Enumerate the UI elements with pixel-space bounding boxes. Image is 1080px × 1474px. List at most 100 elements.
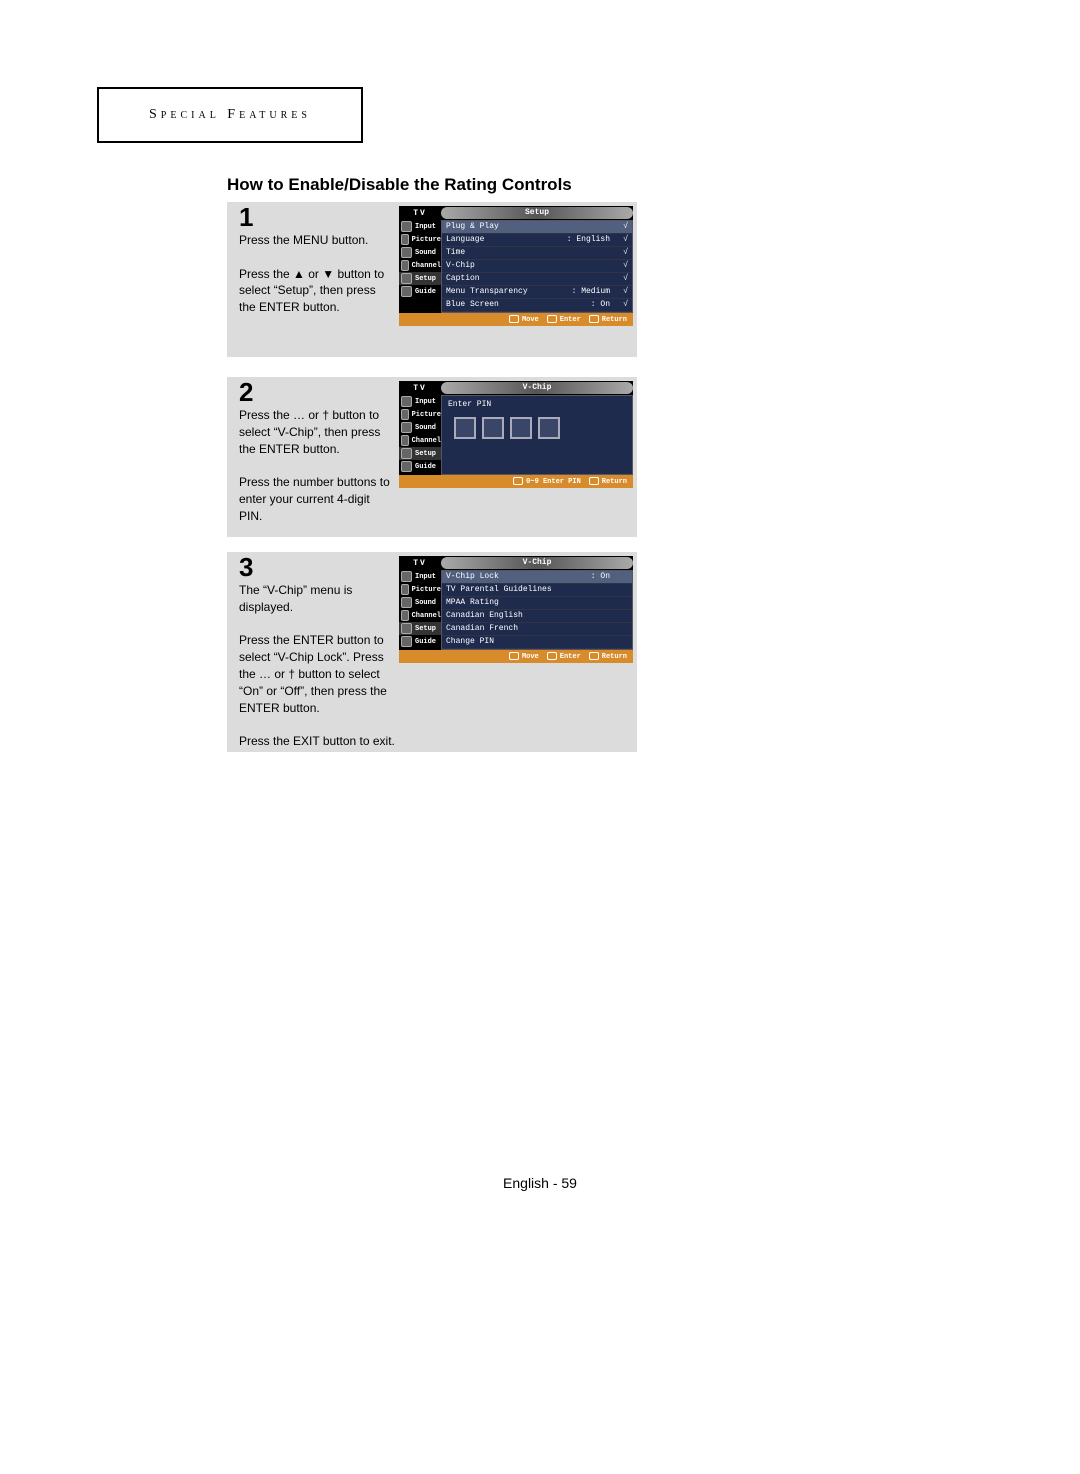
- guide-icon: [401, 286, 412, 297]
- osd-list: Plug & Play√ Language: English√ Time√ V-…: [441, 220, 633, 313]
- input-icon: [401, 396, 412, 407]
- pin-digit[interactable]: [538, 417, 560, 439]
- step-para: Press the number buttons to enter your c…: [239, 474, 394, 524]
- osd-tv-label: TV: [399, 559, 441, 568]
- osd-sidebar: Input Picture Sound Channel Setup Guide: [399, 220, 441, 313]
- page-heading: How to Enable/Disable the Rating Control…: [227, 175, 572, 195]
- sidebar-item[interactable]: Input: [399, 395, 441, 408]
- sidebar-item[interactable]: Channel: [399, 259, 441, 272]
- sidebar-item[interactable]: Setup: [399, 272, 441, 285]
- guide-icon: [401, 461, 412, 472]
- list-row[interactable]: Blue Screen: On√: [442, 299, 632, 312]
- osd-vchip-pin: TV V-Chip Input Picture Sound Channel Se…: [399, 381, 633, 488]
- page-number: English - 59: [0, 1175, 1080, 1191]
- input-icon: [401, 571, 412, 582]
- osd-footer: 0~9 Enter PIN Return: [399, 475, 633, 488]
- sidebar-item[interactable]: Guide: [399, 460, 441, 473]
- osd-vchip-menu: TV V-Chip Input Picture Sound Channel Se…: [399, 556, 633, 663]
- step-para: Press the ▲ or ▼ button to select “Setup…: [239, 266, 394, 316]
- step-para: Press the … or † button to select “V-Chi…: [239, 407, 394, 457]
- channel-icon: [401, 610, 409, 621]
- hint-enter: Enter: [547, 652, 581, 661]
- sidebar-item[interactable]: Guide: [399, 285, 441, 298]
- setup-icon: [401, 623, 412, 634]
- sidebar-item[interactable]: Guide: [399, 635, 441, 648]
- sidebar-item[interactable]: Channel: [399, 609, 441, 622]
- sidebar-item[interactable]: Channel: [399, 434, 441, 447]
- step-text: Press the … or † button to select “V-Chi…: [239, 407, 394, 525]
- osd-setup: TV Setup Input Picture Sound Channel Set…: [399, 206, 633, 326]
- enter-pin-label: Enter PIN: [442, 396, 632, 409]
- sidebar-item[interactable]: Input: [399, 570, 441, 583]
- step-para: Press the EXIT button to exit.: [239, 733, 399, 750]
- osd-sidebar: Input Picture Sound Channel Setup Guide: [399, 570, 441, 650]
- step-3: 3 The “V-Chip” menu is displayed. Press …: [227, 552, 637, 752]
- channel-icon: [401, 435, 409, 446]
- sidebar-item[interactable]: Sound: [399, 421, 441, 434]
- sidebar-item[interactable]: Picture: [399, 233, 441, 246]
- list-row[interactable]: Change PIN: [442, 636, 632, 649]
- sidebar-item[interactable]: Sound: [399, 246, 441, 259]
- section-title-box: Special Features: [97, 87, 363, 143]
- hint-return: Return: [589, 652, 627, 661]
- list-row[interactable]: Plug & Play√: [442, 221, 632, 234]
- osd-header: TV Setup: [399, 206, 633, 220]
- sidebar-item[interactable]: Input: [399, 220, 441, 233]
- step-text: The “V-Chip” menu is displayed. Press th…: [239, 582, 399, 750]
- channel-icon: [401, 260, 409, 271]
- list-row[interactable]: Canadian English: [442, 610, 632, 623]
- sidebar-item[interactable]: Setup: [399, 447, 441, 460]
- osd-tv-label: TV: [399, 209, 441, 218]
- hint-enter-pin: 0~9 Enter PIN: [513, 477, 581, 486]
- sound-icon: [401, 247, 412, 258]
- sidebar-item[interactable]: Setup: [399, 622, 441, 635]
- list-row[interactable]: V-Chip Lock: On: [442, 571, 632, 584]
- step-1: 1 Press the MENU button. Press the ▲ or …: [227, 202, 637, 357]
- hint-return: Return: [589, 477, 627, 486]
- sound-icon: [401, 422, 412, 433]
- osd-footer: Move Enter Return: [399, 313, 633, 326]
- step-2: 2 Press the … or † button to select “V-C…: [227, 377, 637, 537]
- step-number: 2: [239, 377, 253, 408]
- step-number: 1: [239, 202, 253, 233]
- list-row[interactable]: Caption√: [442, 273, 632, 286]
- setup-icon: [401, 448, 412, 459]
- pin-digit[interactable]: [510, 417, 532, 439]
- picture-icon: [401, 234, 409, 245]
- step-para: Press the ENTER button to select “V-Chip…: [239, 632, 399, 716]
- picture-icon: [401, 409, 409, 420]
- list-row[interactable]: MPAA Rating: [442, 597, 632, 610]
- sound-icon: [401, 597, 412, 608]
- step-text: Press the MENU button. Press the ▲ or ▼ …: [239, 232, 394, 316]
- list-row[interactable]: Time√: [442, 247, 632, 260]
- osd-footer: Move Enter Return: [399, 650, 633, 663]
- pin-digit[interactable]: [482, 417, 504, 439]
- list-row[interactable]: Canadian French: [442, 623, 632, 636]
- hint-move: Move: [509, 652, 539, 661]
- step-para: The “V-Chip” menu is displayed.: [239, 582, 399, 616]
- pin-digit[interactable]: [454, 417, 476, 439]
- hint-return: Return: [589, 315, 627, 324]
- list-row[interactable]: TV Parental Guidelines: [442, 584, 632, 597]
- guide-icon: [401, 636, 412, 647]
- osd-list: V-Chip Lock: On TV Parental Guidelines M…: [441, 570, 633, 650]
- sidebar-item[interactable]: Sound: [399, 596, 441, 609]
- pin-input-grid: [442, 409, 632, 439]
- hint-enter: Enter: [547, 315, 581, 324]
- input-icon: [401, 221, 412, 232]
- setup-icon: [401, 273, 412, 284]
- list-row[interactable]: Menu Transparency: Medium√: [442, 286, 632, 299]
- osd-pin-panel: Enter PIN: [441, 395, 633, 475]
- list-row[interactable]: V-Chip√: [442, 260, 632, 273]
- osd-title: Setup: [441, 207, 633, 219]
- osd-tv-label: TV: [399, 384, 441, 393]
- section-title: Special Features: [149, 107, 311, 123]
- osd-title: V-Chip: [441, 382, 633, 394]
- sidebar-item[interactable]: Picture: [399, 583, 441, 596]
- hint-move: Move: [509, 315, 539, 324]
- list-row[interactable]: Language: English√: [442, 234, 632, 247]
- osd-title: V-Chip: [441, 557, 633, 569]
- picture-icon: [401, 584, 409, 595]
- step-number: 3: [239, 552, 253, 583]
- sidebar-item[interactable]: Picture: [399, 408, 441, 421]
